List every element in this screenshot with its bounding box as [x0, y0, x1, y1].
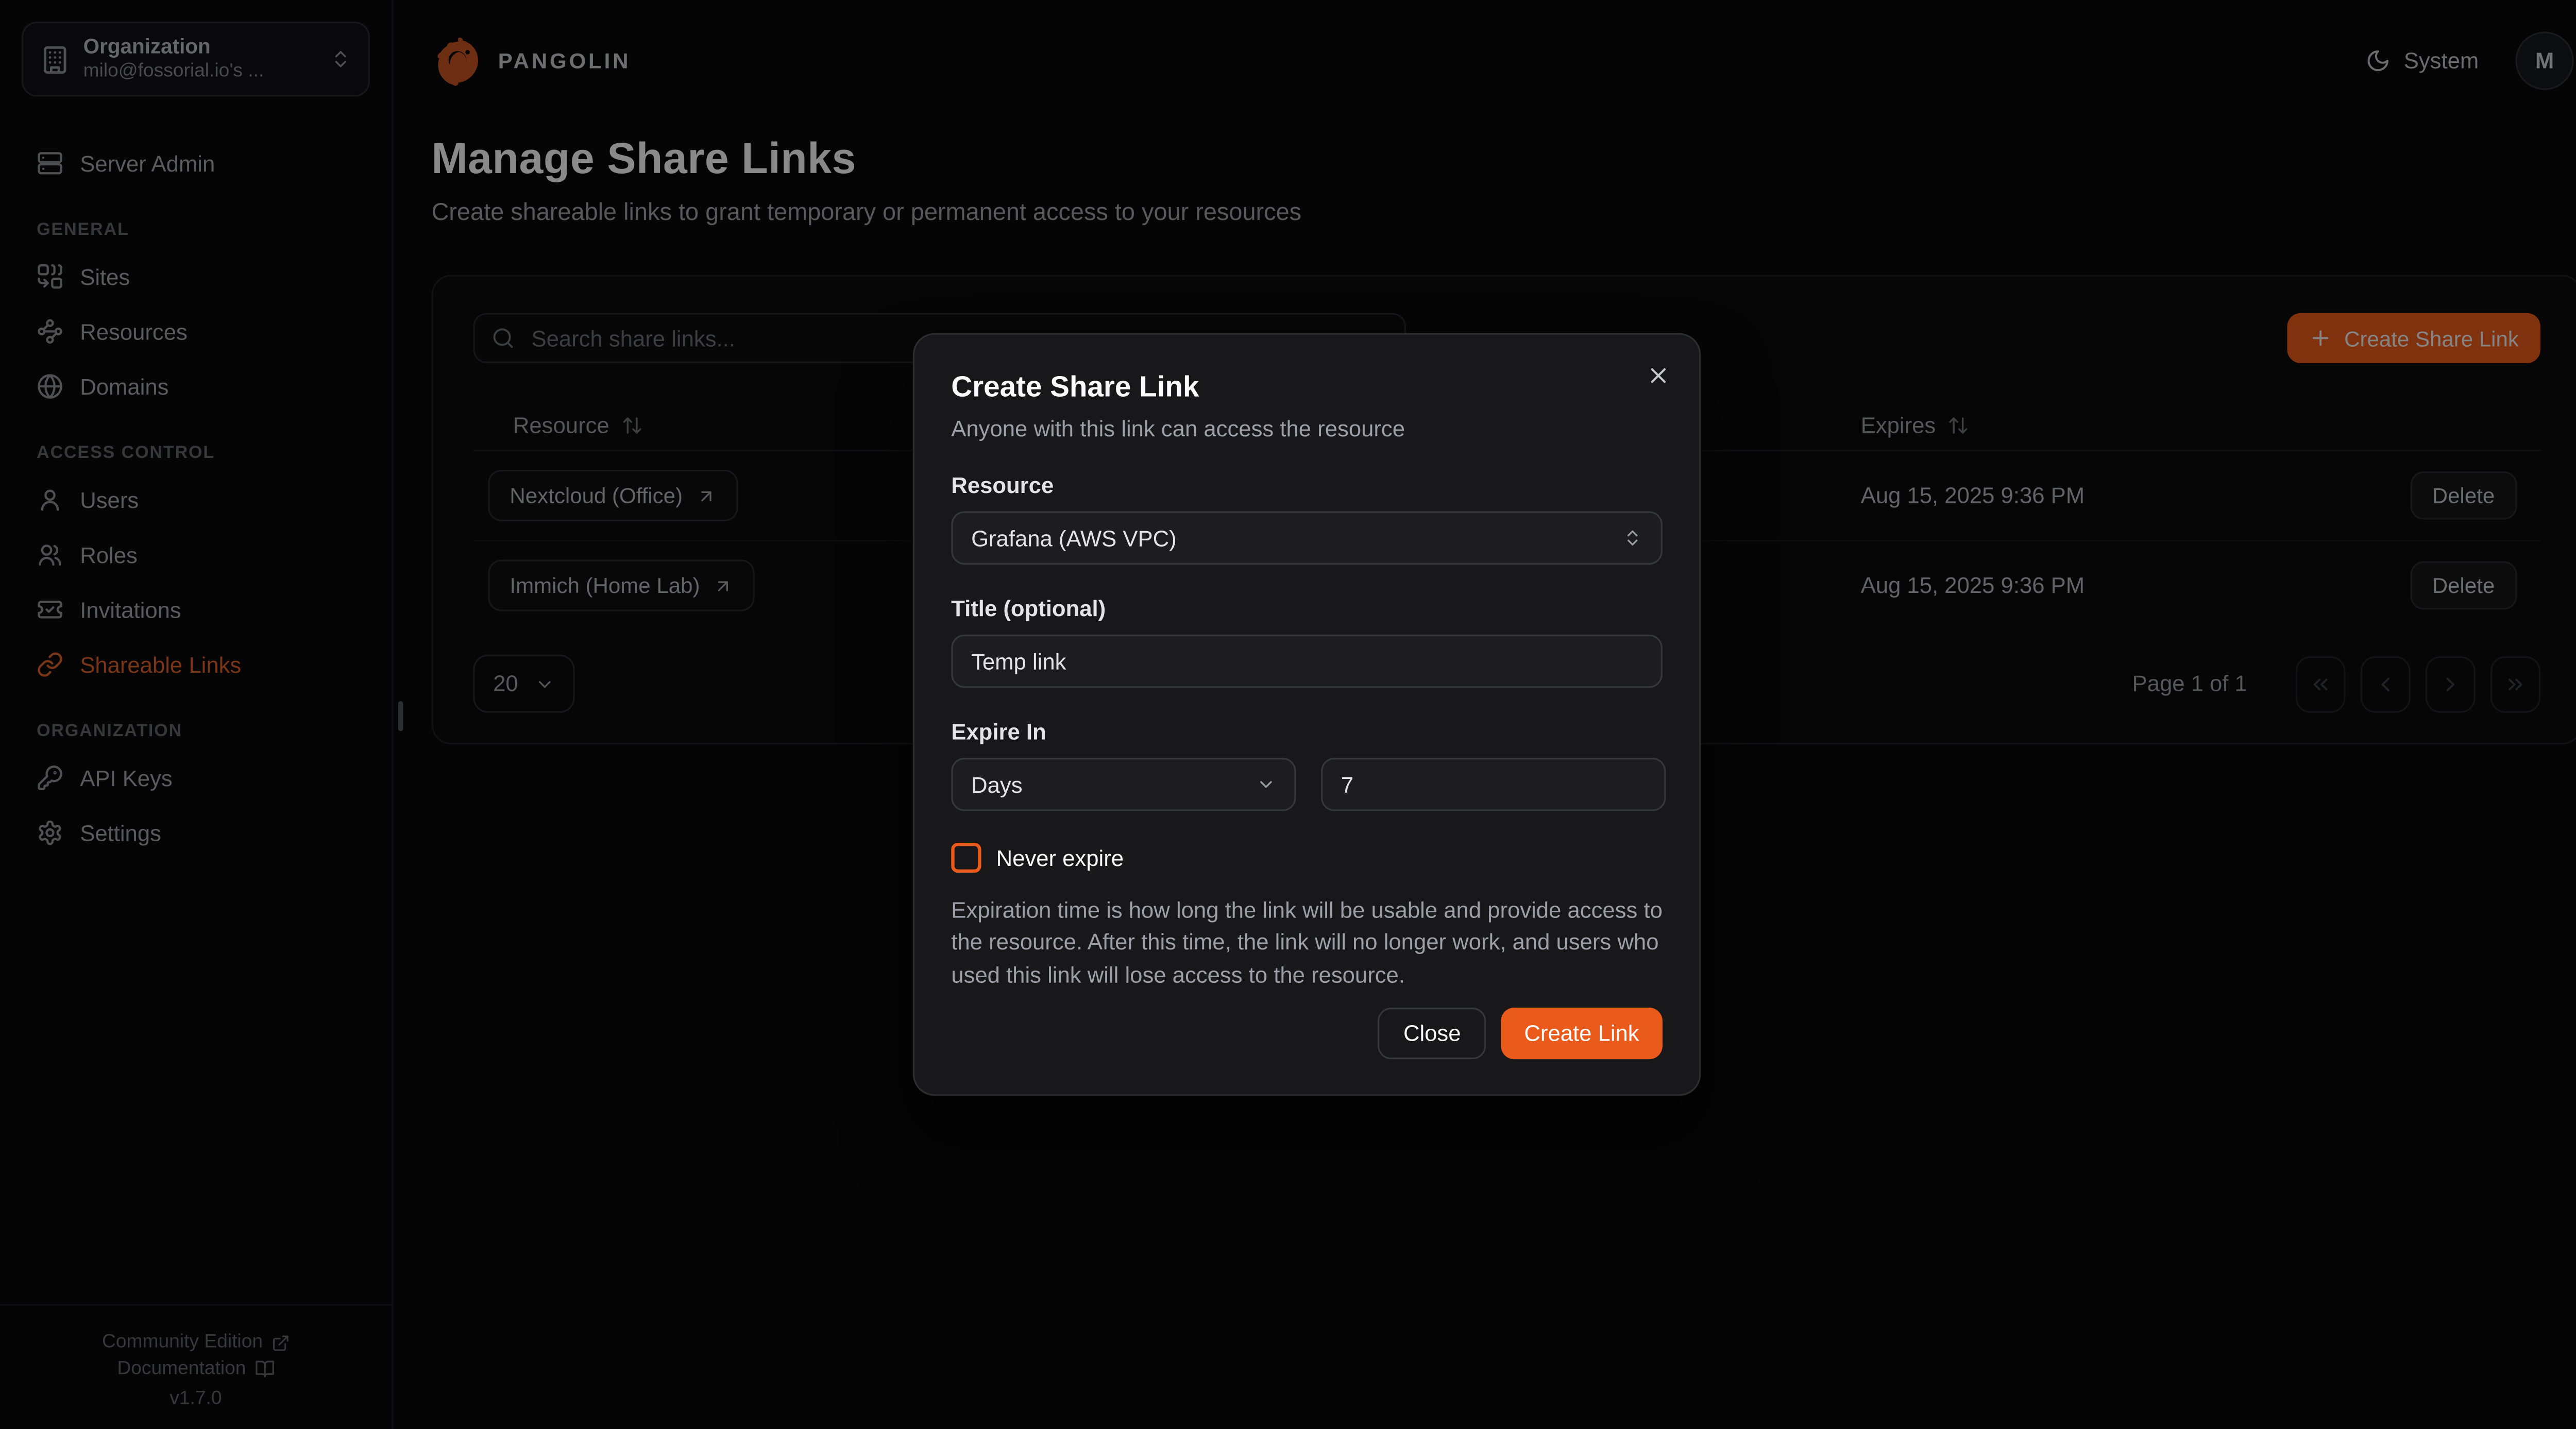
title-field-label: Title (optional): [951, 596, 1663, 621]
modal-title: Create Share Link: [951, 370, 1663, 405]
never-expire-checkbox[interactable]: [951, 843, 981, 873]
expiration-help-text: Expiration time is how long the link wil…: [951, 894, 1667, 992]
expire-unit-value: Days: [971, 772, 1022, 797]
expire-row: Days: [951, 744, 1663, 811]
chevron-down-icon: [1256, 774, 1276, 794]
modal-actions: Close Create Link: [1378, 1008, 1662, 1059]
app-root: Organization milo@fossorial.io's ... Ser…: [0, 0, 2576, 1429]
close-icon[interactable]: [1646, 363, 1671, 388]
expire-value-input[interactable]: [1341, 772, 1646, 797]
title-input[interactable]: [971, 649, 1642, 673]
never-expire-row[interactable]: Never expire: [951, 843, 1663, 873]
create-share-link-modal: Create Share Link Anyone with this link …: [913, 333, 1701, 1096]
modal-submit-button[interactable]: Create Link: [1501, 1008, 1663, 1059]
expire-field-label: Expire In: [951, 720, 1663, 744]
modal-close-button[interactable]: Close: [1378, 1008, 1486, 1059]
resource-select[interactable]: Grafana (AWS VPC): [951, 512, 1663, 565]
title-input-wrap: [951, 635, 1663, 688]
chevrons-up-down-icon: [1622, 528, 1642, 548]
expire-unit-select[interactable]: Days: [951, 758, 1296, 811]
resource-field-label: Resource: [951, 473, 1663, 498]
never-expire-label: Never expire: [996, 845, 1124, 870]
modal-description: Anyone with this link can access the res…: [951, 416, 1663, 441]
resource-select-value: Grafana (AWS VPC): [971, 525, 1177, 550]
expire-value-wrap: [1321, 758, 1666, 811]
